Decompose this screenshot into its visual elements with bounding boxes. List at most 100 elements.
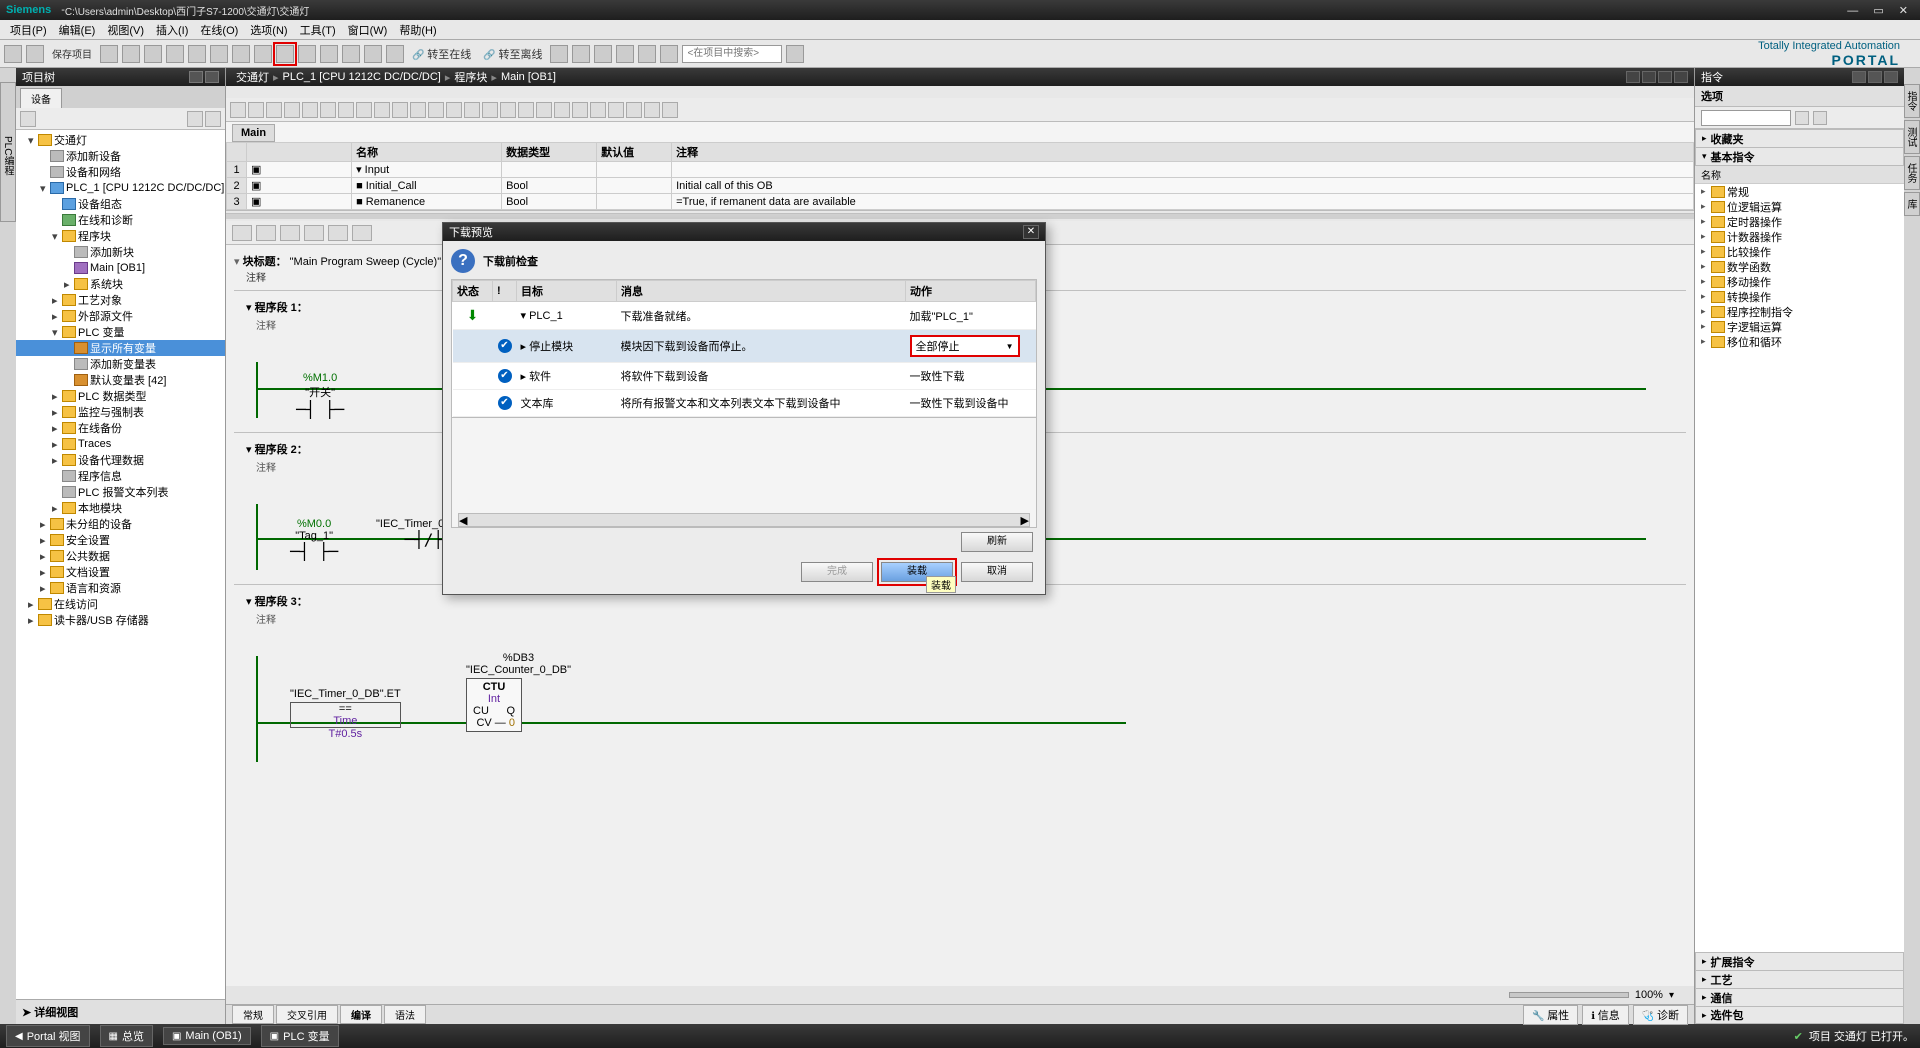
r-hdr-icon[interactable]	[1884, 71, 1898, 83]
tree-item[interactable]: 程序信息	[16, 468, 225, 484]
info-tab-general[interactable]: 常规	[232, 1005, 274, 1024]
instruction-folder[interactable]: ▸ 位逻辑运算	[1695, 199, 1904, 214]
tree-item[interactable]: ▸公共数据	[16, 548, 225, 564]
go-offline-button[interactable]: 🔗 转至离线	[479, 46, 546, 62]
delete-icon[interactable]	[188, 45, 206, 63]
devices-tab[interactable]: 设备	[20, 88, 62, 108]
new-project-icon[interactable]	[4, 45, 22, 63]
et-icon[interactable]	[590, 102, 606, 118]
et-icon[interactable]	[302, 102, 318, 118]
lad-tb-icon[interactable]	[304, 225, 324, 241]
et-icon[interactable]	[464, 102, 480, 118]
menu-project[interactable]: 项目(P)	[4, 22, 53, 38]
tree-item[interactable]: ▸在线访问	[16, 596, 225, 612]
r-tb-icon[interactable]	[1795, 111, 1809, 125]
et-icon[interactable]	[410, 102, 426, 118]
overview-tab[interactable]: ▦ 总览	[100, 1025, 153, 1047]
comm-section[interactable]: ▸通信	[1695, 988, 1904, 1006]
r-tb-icon[interactable]	[1813, 111, 1827, 125]
search-go-icon[interactable]	[786, 45, 804, 63]
et-icon[interactable]	[338, 102, 354, 118]
et-icon[interactable]	[374, 102, 390, 118]
instruction-folder[interactable]: ▸ 计数器操作	[1695, 229, 1904, 244]
refresh-button[interactable]: 刷新	[961, 532, 1033, 552]
tree-item[interactable]: ▾交通灯	[16, 132, 225, 148]
et-icon[interactable]	[662, 102, 678, 118]
tree-item[interactable]: ▸系统块	[16, 276, 225, 292]
editor-max-icon[interactable]	[1658, 71, 1672, 83]
tb-misc3-icon[interactable]	[594, 45, 612, 63]
tree-item[interactable]: ▸文档设置	[16, 564, 225, 580]
et-icon[interactable]	[284, 102, 300, 118]
instruction-folder[interactable]: ▸ 字逻辑运算	[1695, 319, 1904, 334]
instruction-folder[interactable]: ▸ 比较操作	[1695, 244, 1904, 259]
basic-instructions-section[interactable]: ▾基本指令	[1695, 147, 1904, 165]
tb-misc6-icon[interactable]	[660, 45, 678, 63]
modal-close-icon[interactable]: ✕	[1023, 225, 1039, 239]
tree-item[interactable]: ▾PLC 变量	[16, 324, 225, 340]
tree-item[interactable]: ▸在线备份	[16, 420, 225, 436]
tree-tb-icon-3[interactable]	[205, 111, 221, 127]
paste-icon[interactable]	[166, 45, 184, 63]
menu-help[interactable]: 帮助(H)	[393, 22, 442, 38]
et-icon[interactable]	[644, 102, 660, 118]
tree-item[interactable]: 添加新块	[16, 244, 225, 260]
et-icon[interactable]	[248, 102, 264, 118]
panel-diagnostics[interactable]: 🩺 诊断	[1633, 1005, 1688, 1025]
project-search-input[interactable]	[682, 45, 782, 63]
instruction-folder[interactable]: ▸ 定时器操作	[1695, 214, 1904, 229]
menu-edit[interactable]: 编辑(E)	[53, 22, 102, 38]
tree-collapse-icon[interactable]	[189, 71, 203, 83]
tree-item[interactable]: ▾程序块	[16, 228, 225, 244]
block-interface-table[interactable]: 名称数据类型 默认值注释 1▣▾ Input2▣■ Initial_CallBo…	[226, 142, 1694, 210]
r-hdr-icon[interactable]	[1852, 71, 1866, 83]
editor-min-icon[interactable]	[1626, 71, 1640, 83]
menu-view[interactable]: 视图(V)	[101, 22, 150, 38]
instruction-folder[interactable]: ▸ 移位和循环	[1695, 334, 1904, 349]
et-icon[interactable]	[482, 102, 498, 118]
info-tab-crossref[interactable]: 交叉引用	[276, 1005, 338, 1024]
instruction-folder[interactable]: ▸ 数学函数	[1695, 259, 1904, 274]
tb-misc2-icon[interactable]	[572, 45, 590, 63]
compile-icon[interactable]	[254, 45, 272, 63]
modal-h-scrollbar[interactable]: ◀▶	[458, 513, 1030, 527]
r-hdr-icon[interactable]	[1868, 71, 1882, 83]
tree-pin-icon[interactable]	[205, 71, 219, 83]
zoom-bar[interactable]: 100% ▾	[226, 986, 1694, 1004]
bc-seg-1[interactable]: PLC_1 [CPU 1212C DC/DC/DC]	[279, 71, 445, 83]
save-project-button[interactable]: 保存项目	[48, 46, 96, 61]
tree-item[interactable]: 在线和诊断	[16, 212, 225, 228]
tree-item[interactable]: ▸语言和资源	[16, 580, 225, 596]
tree-item[interactable]: ▸本地模块	[16, 500, 225, 516]
lad-tb-icon[interactable]	[232, 225, 252, 241]
stop-action-dropdown[interactable]: 全部停止▼	[910, 335, 1020, 357]
tree-item[interactable]: 添加新设备	[16, 148, 225, 164]
info-tab-compile[interactable]: 编译	[340, 1005, 382, 1024]
tree-item[interactable]: ▾PLC_1 [CPU 1212C DC/DC/DC]	[16, 180, 225, 196]
et-icon[interactable]	[518, 102, 534, 118]
cancel-button[interactable]: 取消	[961, 562, 1033, 582]
et-icon[interactable]	[320, 102, 336, 118]
et-icon[interactable]	[266, 102, 282, 118]
info-tab-syntax[interactable]: 语法	[384, 1005, 426, 1024]
et-icon[interactable]	[230, 102, 246, 118]
tree-item[interactable]: ▸工艺对象	[16, 292, 225, 308]
menu-options[interactable]: 选项(N)	[244, 22, 293, 38]
stop-icon[interactable]	[342, 45, 360, 63]
project-tree[interactable]: ▾交通灯添加新设备设备和网络▾PLC_1 [CPU 1212C DC/DC/DC…	[16, 130, 225, 999]
tree-tb-icon-1[interactable]	[20, 111, 36, 127]
bc-seg-3[interactable]: Main [OB1]	[497, 71, 560, 83]
editor-close-icon[interactable]	[1674, 71, 1688, 83]
bc-seg-2[interactable]: 程序块	[450, 69, 491, 85]
cut-icon[interactable]	[122, 45, 140, 63]
editor-float-icon[interactable]	[1642, 71, 1656, 83]
et-icon[interactable]	[554, 102, 570, 118]
tree-item[interactable]: ▸Traces	[16, 436, 225, 452]
download-icon[interactable]	[276, 45, 294, 63]
et-icon[interactable]	[428, 102, 444, 118]
et-icon[interactable]	[356, 102, 372, 118]
et-icon[interactable]	[446, 102, 462, 118]
tree-item[interactable]: ▸设备代理数据	[16, 452, 225, 468]
search-icon[interactable]	[364, 45, 382, 63]
upload-icon[interactable]	[298, 45, 316, 63]
